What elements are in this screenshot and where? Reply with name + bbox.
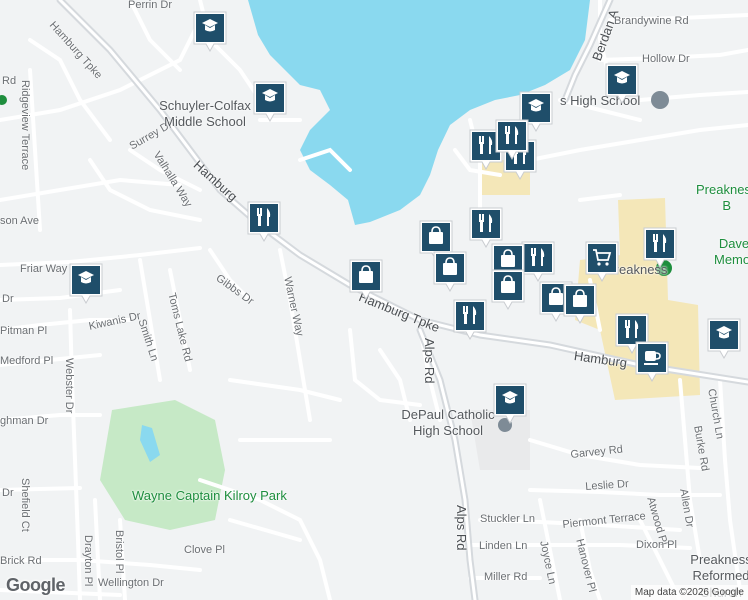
poi-label-dave-memor[interactable]: Dave Memor: [714, 236, 748, 269]
map-canvas[interactable]: Hamburg Tpke Hamburg Hamburg Tpke Hambur…: [0, 0, 748, 600]
poi-label-preakness-b[interactable]: Preakness B: [696, 182, 748, 215]
school-marker-icon[interactable]: [68, 262, 104, 306]
road-label-brandywine-rd: Brandywine Rd: [614, 15, 689, 27]
road-label-dr-west: Dr: [2, 487, 14, 499]
poi-label-schuyler-colfax[interactable]: Schuyler-Colfax Middle School: [150, 98, 260, 131]
restaurant-marker-icon[interactable]: [642, 226, 678, 270]
school-place-dot-ne: [651, 91, 669, 109]
road-label-perrin-dr: Perrin Dr: [128, 0, 173, 11]
school-marker-icon[interactable]: [492, 382, 528, 426]
road-label-drayton-pl: Drayton Pl: [82, 535, 94, 587]
restaurant-marker-icon[interactable]: [246, 200, 282, 244]
school-marker-icon[interactable]: [706, 317, 742, 361]
road-label-dr-left: Dr: [2, 293, 14, 305]
road-label-brick-rd: Brick Rd: [0, 555, 42, 567]
road-label-medford-pl: Medford Pl: [0, 355, 54, 367]
road-label-clove-pl: Clove Pl: [184, 544, 225, 556]
road-label-pitman-pl: Pitman Pl: [0, 325, 48, 337]
road-label-stuckler-ln: Stuckler Ln: [480, 513, 536, 525]
school-marker-icon[interactable]: [604, 62, 640, 106]
road-label-friar-way: Friar Way: [20, 263, 68, 275]
shopping-marker-icon[interactable]: [562, 282, 598, 326]
road-label-hollow-dr: Hollow Dr: [642, 53, 690, 65]
road-label-linden-ln: Linden Ln: [479, 540, 528, 552]
cafe-marker-icon[interactable]: [634, 340, 670, 384]
road-label-wellington-dr: Wellington Dr: [98, 577, 164, 589]
grocery-marker-icon[interactable]: [584, 240, 620, 284]
map-attribution[interactable]: Map data ©2026 Google: [630, 585, 748, 600]
road-label-sheffield-ct: Shefield Ct: [19, 478, 31, 532]
shopping-marker-icon[interactable]: [432, 250, 468, 294]
school-marker-icon[interactable]: [252, 80, 288, 124]
road-label-miller-rd: Miller Rd: [484, 571, 528, 583]
road-label-dixon-pl: Dixon Pl: [636, 539, 677, 551]
school-marker-icon[interactable]: [192, 10, 228, 54]
road-label-bristol-pl: Bristol Pl: [113, 530, 125, 574]
road-label-webster-dr: Webster Dr: [63, 358, 75, 414]
road-label-ghman-dr: ghman Dr: [0, 415, 49, 427]
shopping-marker-icon[interactable]: [348, 258, 384, 302]
poi-label-wayne-park[interactable]: Wayne Captain Kilroy Park: [132, 488, 287, 504]
restaurant-marker-icon[interactable]: [494, 118, 530, 162]
poi-label-depaul[interactable]: DePaul Catholic High School: [393, 407, 503, 440]
shopping-marker-icon[interactable]: [490, 268, 526, 312]
road-label-alps-rd-north: Alps Rd: [422, 338, 437, 384]
road-label-son-ave: son Ave: [0, 215, 39, 227]
road-label-ridgeview-terrace: Ridgeview Terrace: [19, 80, 31, 171]
road-label-rd-top: Rd: [2, 75, 17, 87]
road-label-alps-rd-south: Alps Rd: [454, 505, 469, 551]
google-logo: Google: [6, 575, 66, 595]
restaurant-marker-icon[interactable]: [452, 298, 488, 342]
